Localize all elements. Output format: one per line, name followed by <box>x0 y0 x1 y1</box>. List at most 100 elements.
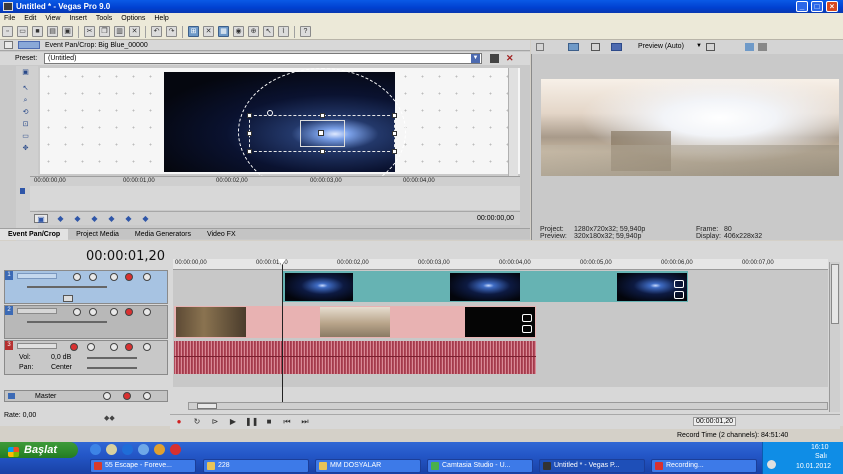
paste-icon[interactable]: ▥ <box>114 26 125 37</box>
quicklaunch-icon[interactable] <box>138 444 149 455</box>
taskbar-item-vegas[interactable]: Untitled * - Vegas P... <box>539 459 645 473</box>
enable-rotation-icon[interactable]: ⟲ <box>18 108 33 118</box>
automation-icon[interactable] <box>87 343 95 351</box>
maintain-aspect-icon[interactable]: ▭ <box>18 132 33 142</box>
track-3-header[interactable]: 3 Vol: 0,0 dB Pan: Center <box>4 340 168 375</box>
copy-icon[interactable]: ❐ <box>99 26 110 37</box>
solo-icon[interactable] <box>143 273 151 281</box>
crop-handle[interactable] <box>392 149 397 154</box>
preview-properties-icon[interactable] <box>568 43 579 51</box>
mute-icon[interactable] <box>125 273 133 281</box>
tab-project-media[interactable]: Project Media <box>68 229 127 240</box>
menu-file[interactable]: File <box>4 13 15 24</box>
play-from-start-icon[interactable]: ⊳ <box>209 417 221 427</box>
volume-tray-icon[interactable] <box>767 460 776 469</box>
envelope-tool-icon[interactable]: ⌇ <box>278 26 289 37</box>
delete-keyframe-icon[interactable]: ◆ <box>124 214 133 223</box>
taskbar-item-228[interactable]: 228 <box>203 459 309 473</box>
chevron-down-icon[interactable]: ▼ <box>471 54 480 63</box>
master-solo-icon[interactable] <box>143 392 151 400</box>
level-slider[interactable] <box>27 286 107 288</box>
event-fx-icon[interactable] <box>674 291 684 299</box>
render-icon[interactable]: ▣ <box>62 26 73 37</box>
pan-crop-ruler[interactable]: 00:00:00,00 00:00:01,00 00:00:02,00 00:0… <box>30 176 520 186</box>
auto-crossfade-icon[interactable]: ✕ <box>203 26 214 37</box>
play-icon[interactable]: ▶ <box>227 417 239 427</box>
maximize-button[interactable]: □ <box>811 1 823 12</box>
save-snapshot-icon[interactable] <box>758 43 767 51</box>
external-monitor-icon[interactable] <box>591 43 600 51</box>
last-keyframe-icon[interactable]: ◆ <box>141 214 150 223</box>
keyframe-marker[interactable] <box>20 188 25 194</box>
tab-event-pan-crop[interactable]: Event Pan/Crop <box>0 228 69 240</box>
properties-icon[interactable]: ▤ <box>47 26 58 37</box>
menu-options[interactable]: Options <box>121 13 145 24</box>
undo-icon[interactable]: ↶ <box>151 26 162 37</box>
zoom-edit-icon[interactable]: ⌕ <box>18 96 33 106</box>
lock-envelopes-icon[interactable]: ◉ <box>233 26 244 37</box>
mute-icon[interactable] <box>125 308 133 316</box>
auto-ripple-icon[interactable]: ▦ <box>218 26 229 37</box>
arm-record-icon[interactable] <box>70 343 78 351</box>
next-keyframe-icon[interactable]: ◆ <box>90 214 99 223</box>
timeline-vertical-scrollbar[interactable] <box>829 262 840 412</box>
event-pan-crop-icon[interactable] <box>522 314 532 322</box>
start-button[interactable]: Başlat <box>0 442 78 458</box>
sync-cursor-icon[interactable]: ▣ <box>34 214 48 224</box>
crop-handle[interactable] <box>320 149 325 154</box>
taskbar-item-55-escape[interactable]: 55 Escape - Foreve... <box>90 459 196 473</box>
timeline-ruler[interactable]: 00:00:00,00 00:00:01,00 00:00:02,00 00:0… <box>173 259 828 270</box>
go-to-start-icon[interactable]: ⏮ <box>281 417 293 427</box>
add-keyframe-icon[interactable]: ◆ <box>107 214 116 223</box>
loop-playback-icon[interactable]: ↻ <box>191 417 203 427</box>
pan-slider[interactable] <box>87 367 137 369</box>
video-fx-icon[interactable] <box>611 43 622 51</box>
quicklaunch-icon[interactable] <box>90 444 101 455</box>
rate-slider[interactable]: ◆◆ <box>104 414 122 422</box>
track-fx-icon[interactable] <box>89 308 97 316</box>
go-to-end-icon[interactable]: ⏭ <box>299 417 311 427</box>
compositing-mode-icon[interactable] <box>110 273 118 281</box>
taskbar-item-recording[interactable]: Recording... <box>651 459 757 473</box>
preview-quality-dropdown[interactable]: Preview (Auto) <box>638 43 684 50</box>
quicklaunch-icon[interactable] <box>106 444 117 455</box>
track-1-header[interactable]: 1 <box>4 270 168 304</box>
quicklaunch-icon[interactable] <box>170 444 181 455</box>
record-icon[interactable]: ● <box>173 417 185 427</box>
track-fx-icon[interactable] <box>110 343 118 351</box>
enable-snapping-icon[interactable]: ⊞ <box>188 26 199 37</box>
track-name-field[interactable] <box>17 273 57 279</box>
event-pan-crop-icon[interactable] <box>674 280 684 288</box>
scrollbar-thumb[interactable] <box>831 264 839 324</box>
menu-tools[interactable]: Tools <box>96 13 112 24</box>
pause-icon[interactable]: ❚❚ <box>245 417 258 427</box>
prev-keyframe-icon[interactable]: ◆ <box>73 214 82 223</box>
first-keyframe-icon[interactable]: ◆ <box>56 214 65 223</box>
cut-icon[interactable]: ✂ <box>84 26 95 37</box>
ignore-grouping-icon[interactable]: ⊕ <box>248 26 259 37</box>
delete-icon[interactable]: ✕ <box>129 26 140 37</box>
automation-icon[interactable] <box>73 308 81 316</box>
save-icon[interactable]: ■ <box>32 26 43 37</box>
tab-video-fx[interactable]: Video FX <box>199 229 244 240</box>
minimize-button[interactable]: _ <box>796 1 808 12</box>
compositing-mode-icon[interactable] <box>110 308 118 316</box>
track-name-field[interactable] <box>17 308 57 314</box>
whats-this-icon[interactable]: ? <box>300 26 311 37</box>
center-point-handle[interactable] <box>318 130 324 136</box>
level-slider[interactable] <box>27 321 107 323</box>
menu-help[interactable]: Help <box>154 13 168 24</box>
pan-crop-keyframe-lane[interactable] <box>20 186 520 210</box>
move-freely-icon[interactable]: ✥ <box>18 144 33 154</box>
show-properties-icon[interactable]: ▣ <box>18 68 33 78</box>
redo-icon[interactable]: ↷ <box>166 26 177 37</box>
make-compositing-child-icon[interactable] <box>63 295 73 302</box>
panel-grip-icon[interactable] <box>536 43 544 51</box>
taskbar-item-camtasia[interactable]: Camtasia Studio - U... <box>427 459 533 473</box>
normal-edit-tool-icon[interactable]: ↖ <box>263 26 274 37</box>
overlays-icon[interactable] <box>706 43 715 51</box>
delete-preset-icon[interactable]: ✕ <box>506 53 514 64</box>
taskbar-item-mm-dosyalar[interactable]: MM DOSYALAR <box>315 459 421 473</box>
menu-edit[interactable]: Edit <box>24 13 36 24</box>
volume-slider[interactable] <box>87 357 137 359</box>
